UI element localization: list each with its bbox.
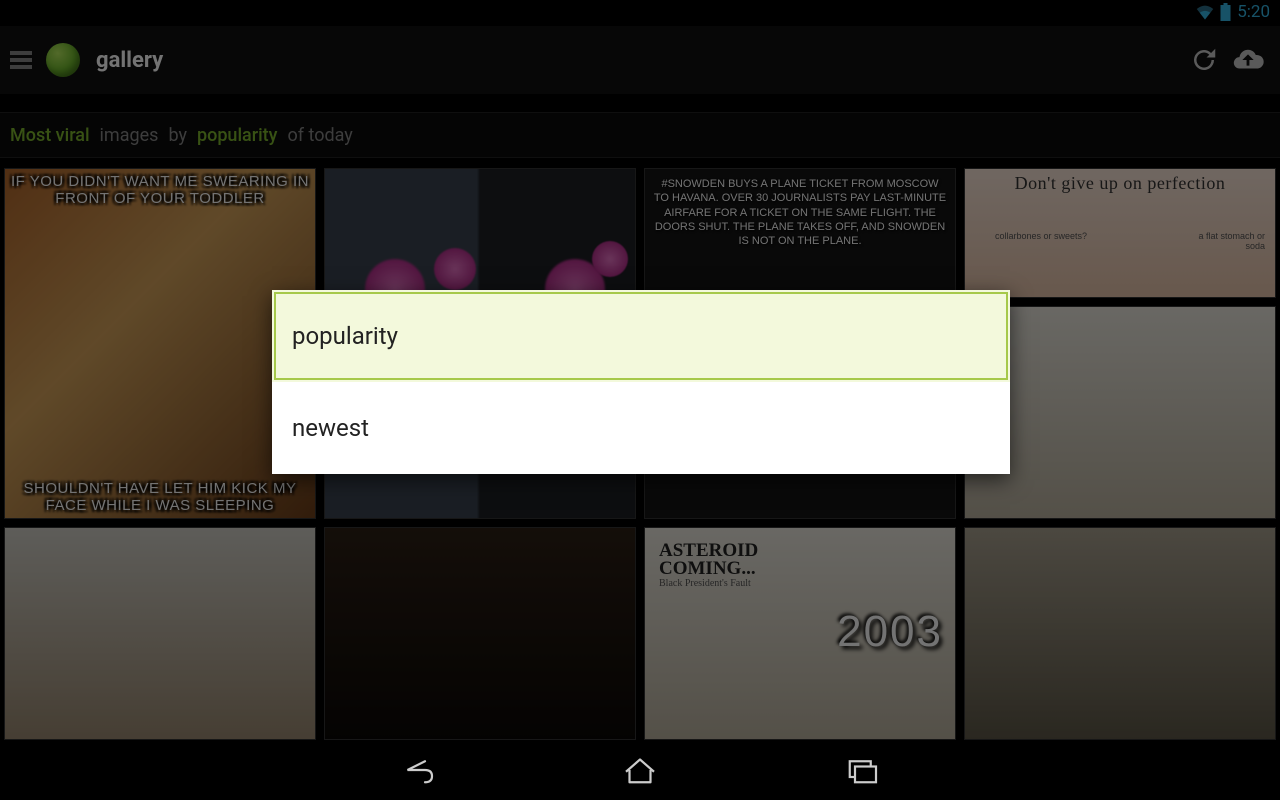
filter-word-images: images [100, 125, 159, 146]
upload-button[interactable] [1226, 38, 1270, 82]
tile-note: collarbones or sweets? [995, 231, 1087, 241]
filter-suffix: of today [288, 125, 353, 146]
system-nav-bar [0, 744, 1280, 800]
meme-top-text: IF YOU DIDN'T WANT ME SWEARING IN FRONT … [9, 173, 311, 208]
app-bar: gallery [0, 26, 1280, 94]
gallery-tile[interactable]: ASTEROID COMING... Black President's Fau… [644, 527, 956, 740]
gallery-tile[interactable] [964, 306, 1276, 519]
gallery-tile[interactable] [324, 527, 636, 740]
wifi-icon [1196, 4, 1214, 20]
filter-sort[interactable]: popularity [197, 125, 278, 146]
meme-bottom-text: SHOULDN'T HAVE LET HIM KICK MY FACE WHIL… [9, 480, 311, 515]
gallery-tile[interactable]: IF YOU DIDN'T WANT ME SWEARING IN FRONT … [4, 168, 316, 519]
battery-icon [1220, 3, 1231, 21]
tile-note: a flat stomach or soda [1195, 231, 1265, 251]
sort-option-newest[interactable]: newest [272, 382, 1010, 474]
app-title: gallery [96, 48, 163, 73]
tile-year-badge: 2003 [837, 607, 943, 657]
home-button[interactable] [619, 754, 661, 790]
back-button[interactable] [397, 754, 439, 790]
recent-apps-button[interactable] [841, 754, 883, 790]
gallery-tile[interactable] [964, 527, 1276, 740]
status-time: 5:20 [1237, 2, 1270, 22]
tile-title: Don't give up on perfection [969, 173, 1271, 194]
sort-option-popularity[interactable]: popularity [272, 290, 1010, 382]
menu-icon[interactable] [10, 51, 32, 69]
tile-caption: #SNOWDEN BUYS A PLANE TICKET FROM MOSCOW… [653, 177, 947, 248]
status-bar: 5:20 [1186, 0, 1280, 24]
app-logo[interactable] [46, 43, 80, 77]
sort-option-label: popularity [292, 322, 398, 350]
refresh-button[interactable] [1182, 38, 1226, 82]
gallery-tile[interactable] [4, 527, 316, 740]
sort-popup: popularity newest [272, 290, 1010, 474]
filter-section[interactable]: Most viral [10, 125, 90, 146]
tile-headline: ASTEROID COMING... Black President's Fau… [659, 542, 779, 589]
sort-option-label: newest [292, 414, 369, 442]
filter-bar: Most viral images by popularity of today [0, 112, 1280, 158]
gallery-tile[interactable]: Don't give up on perfection collarbones … [964, 168, 1276, 298]
filter-word-by: by [168, 125, 187, 146]
